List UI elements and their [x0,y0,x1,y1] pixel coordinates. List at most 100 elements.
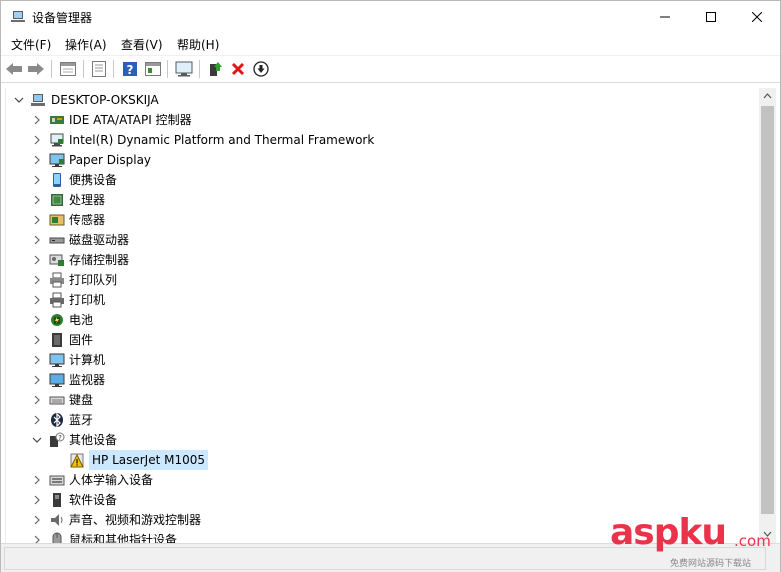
toolbar-separator [167,60,168,78]
chevron-right-icon[interactable] [32,155,42,165]
back-button[interactable] [5,60,23,78]
tree-category-item[interactable]: 打印队列 [6,270,761,290]
chevron-right-icon[interactable] [32,515,42,525]
toolbar-separator [113,60,114,78]
properties-view-icon [60,62,76,76]
update-driver-button[interactable] [206,60,224,78]
forward-button[interactable] [27,60,45,78]
tree-item-label: 存储控制器 [69,253,130,267]
chevron-right-icon[interactable] [32,195,42,205]
tree-category-item[interactable]: 固件 [6,330,761,350]
chevron-right-icon[interactable] [32,395,42,405]
tree-category-item[interactable]: 监视器 [6,370,761,390]
tree-category-item[interactable]: Paper Display [6,150,761,170]
menu-help[interactable]: 帮助(H) [177,36,219,53]
back-icon [6,63,22,75]
scan-hardware-button[interactable] [175,60,193,78]
minimize-button[interactable] [642,1,688,32]
scrollbar-thumb[interactable] [761,106,774,514]
tree-item-label: 磁盘驱动器 [69,233,130,247]
uninstall-button[interactable] [229,60,247,78]
tree-item-label: 便携设备 [69,173,118,187]
title-bar: 设备管理器 [1,1,780,32]
tree-category-item[interactable]: 键盘 [6,390,761,410]
print-queue-icon [50,272,64,288]
chevron-right-icon[interactable] [32,275,42,285]
tree-item-label: 打印队列 [69,273,118,287]
tree-category-item[interactable]: 处理器 [6,190,761,210]
download-arrow-icon [253,61,269,77]
tree-root-label: DESKTOP-OKSKIJA [51,93,159,107]
tree-category-item[interactable]: 传感器 [6,210,761,230]
tree-category-item[interactable]: 便携设备 [6,170,761,190]
tree-category-item[interactable]: 计算机 [6,350,761,370]
panel-view-button[interactable] [144,60,162,78]
chevron-right-icon[interactable] [32,375,42,385]
battery-icon [51,314,63,326]
tree-category-item[interactable]: ? 其他设备 [6,430,761,450]
menu-file[interactable]: 文件(F) [11,36,51,53]
software-device-icon [53,493,61,507]
vertical-scrollbar[interactable] [759,88,776,543]
menu-view[interactable]: 查看(V) [121,36,163,53]
chevron-right-icon[interactable] [32,415,42,425]
tree-item-label: 打印机 [69,293,106,307]
chevron-right-icon[interactable] [32,295,42,305]
chevron-right-icon[interactable] [32,335,42,345]
tree-category-item[interactable]: 磁盘驱动器 [6,230,761,250]
ide-controller-icon [50,116,64,124]
chevron-right-icon[interactable] [32,355,42,365]
chevron-right-icon[interactable] [32,475,42,485]
maximize-button[interactable] [688,1,734,32]
enable-device-button[interactable] [252,60,270,78]
chevron-right-icon[interactable] [32,115,42,125]
tree-item-label: IDE ATA/ATAPI 控制器 [69,113,192,127]
tree-item-label: 键盘 [69,393,94,407]
storage-controller-icon [49,254,64,266]
scroll-up-icon[interactable] [763,92,772,100]
chevron-right-icon[interactable] [32,495,42,505]
monitor-icon [49,373,65,387]
chevron-down-icon[interactable] [32,435,42,445]
chevron-right-icon[interactable] [32,235,42,245]
uninstall-x-icon [231,62,245,76]
chevron-right-icon[interactable] [32,215,42,225]
chevron-right-icon[interactable] [32,535,42,543]
warning-device-icon [70,453,84,468]
tree-category-item[interactable]: 电池 [6,310,761,330]
disk-drive-icon [49,237,65,244]
device-manager-window: 设备管理器 文件(F) 操作(A) 查看(V) 帮助(H) ? DESKTOP-… [0,0,781,572]
sensor-icon [49,214,65,226]
menu-action[interactable]: 操作(A) [65,36,107,53]
tree-category-item[interactable]: 蓝牙 [6,410,761,430]
chevron-right-icon[interactable] [32,255,42,265]
chevron-right-icon[interactable] [32,135,42,145]
chevron-right-icon[interactable] [32,315,42,325]
tree-category-item[interactable]: IDE ATA/ATAPI 控制器 [6,110,761,130]
tree-item-label: 其他设备 [69,433,118,447]
tree-category-item[interactable]: 人体学输入设备 [6,470,761,490]
tree-category-item[interactable]: 存储控制器 [6,250,761,270]
update-driver-icon [210,62,222,76]
close-button[interactable] [734,1,780,32]
tree-category-item[interactable]: Intel(R) Dynamic Platform and Thermal Fr… [6,130,761,150]
properties-view-button[interactable] [59,60,77,78]
chevron-right-icon[interactable] [32,175,42,185]
tree-category-item[interactable]: 打印机 [6,290,761,310]
mouse-icon [52,532,62,543]
svg-text:?: ? [127,63,134,77]
tree-item-label: Paper Display [69,153,152,167]
tree-item-label: 软件设备 [69,493,118,507]
toolbar-separator [199,60,200,78]
watermark-suffix: .com [734,532,771,550]
keyboard-icon [49,396,65,405]
device-tree[interactable]: DESKTOP-OKSKIJA IDE ATA/ATAPI 控制器 Intel(R… [5,88,761,543]
tree-device-item[interactable]: HP LaserJet M1005 [6,450,761,470]
toolbar-separator [83,60,84,78]
document-button[interactable] [90,60,108,78]
tree-root[interactable]: DESKTOP-OKSKIJA [6,90,761,110]
help-button[interactable]: ? [121,60,139,78]
tree-category-item[interactable]: 软件设备 [6,490,761,510]
chevron-down-icon[interactable] [14,95,24,105]
processor-icon [51,194,63,206]
